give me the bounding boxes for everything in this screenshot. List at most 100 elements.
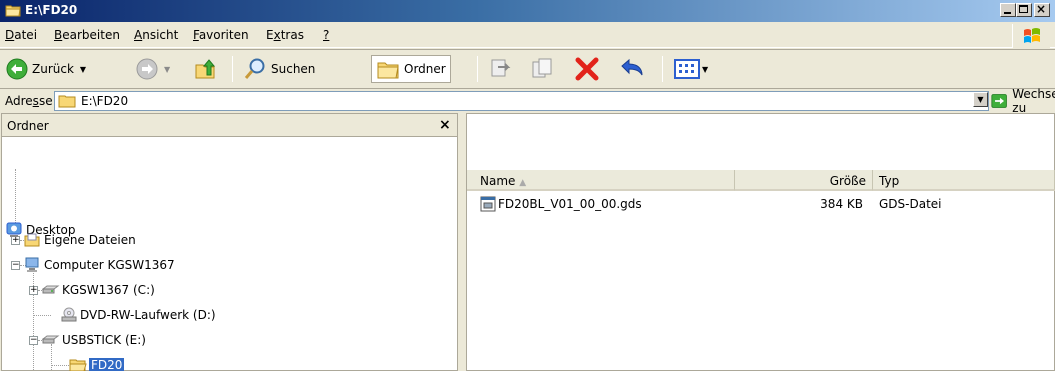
minimize-button[interactable] <box>1000 3 1016 17</box>
toolbar-separator <box>232 56 233 82</box>
menu-accel: D <box>5 28 15 42</box>
close-icon: × <box>1036 2 1047 16</box>
column-header-type[interactable]: Typ <box>873 170 1055 191</box>
file-size: 384 KB <box>820 197 863 211</box>
menu-text: nsicht <box>142 28 179 42</box>
tree-label: KGSW1367 (C:) <box>62 283 155 297</box>
close-button[interactable]: × <box>1034 2 1050 17</box>
address-label: Adresse <box>5 94 53 108</box>
up-folder-button[interactable] <box>193 55 217 83</box>
search-icon <box>244 58 265 79</box>
close-pane-icon[interactable]: × <box>439 117 451 133</box>
computer-icon <box>24 257 40 273</box>
chevron-down-icon: ▼ <box>702 64 709 74</box>
folder-icon <box>58 94 76 111</box>
delete-x-icon <box>575 57 599 81</box>
maximize-button[interactable] <box>1016 3 1032 17</box>
folder-up-icon <box>195 59 216 79</box>
folder-pane: Ordner × + − + − Desktop Eigene Dateien … <box>1 113 458 371</box>
forward-button[interactable]: ▼ <box>136 55 170 83</box>
pane-splitter[interactable] <box>458 113 466 371</box>
forward-arrow-icon <box>136 58 158 80</box>
chevron-down-icon: ▼ <box>977 95 984 104</box>
search-button[interactable]: Suchen <box>243 55 315 83</box>
undo-button[interactable] <box>618 55 646 83</box>
menu-accel: x <box>273 28 281 42</box>
tree-label: Computer KGSW1367 <box>44 258 175 272</box>
menu-text: atei <box>14 28 38 42</box>
address-field[interactable]: E:\FD20 <box>54 91 989 111</box>
menu-text: E <box>266 28 274 42</box>
column-header-size[interactable]: Größe <box>735 170 873 191</box>
windows-flag-icon <box>1024 28 1040 43</box>
menu-favoriten[interactable]: Favoriten <box>193 28 249 42</box>
folder-window-icon <box>5 3 21 17</box>
column-header-label: Name <box>480 174 516 188</box>
column-header-name[interactable]: Name ▲ <box>467 170 735 191</box>
tree-item-fd20[interactable]: FD20 <box>69 355 125 371</box>
windows-logo <box>1012 24 1050 48</box>
address-value: E:\FD20 <box>81 94 129 108</box>
menu-extras[interactable]: Extras <box>266 28 304 42</box>
collapse-toggle[interactable]: − <box>11 261 20 270</box>
menu-text: earbeiten <box>62 28 120 42</box>
address-label-text: se <box>38 94 53 108</box>
go-button[interactable]: Wechseln zu <box>991 87 1055 115</box>
chevron-down-icon: ▼ <box>164 64 171 74</box>
copy-to-icon <box>532 58 552 78</box>
views-button[interactable]: ▼ <box>674 55 708 83</box>
folder-pane-title: Ordner <box>7 119 49 133</box>
tree-label: USBSTICK (E:) <box>62 333 146 347</box>
title-bar[interactable]: E:\FD20 × <box>0 0 1055 22</box>
toolbar: Zurück ▼ ▼ Suchen Ordner ▼ <box>0 49 1055 87</box>
menu-help[interactable]: ? <box>323 28 329 42</box>
menu-accel: A <box>134 28 143 42</box>
tree-item-eigene-dateien[interactable]: Eigene Dateien <box>24 230 136 250</box>
removable-drive-icon <box>41 332 60 348</box>
address-dropdown-button[interactable]: ▼ <box>973 92 988 107</box>
go-arrow-icon <box>991 94 1007 108</box>
copy-to-button[interactable] <box>530 55 556 83</box>
tree-line <box>33 315 51 316</box>
back-button[interactable]: Zurück ▼ <box>6 55 86 83</box>
go-label: Wechseln zu <box>1012 87 1055 115</box>
folder-tree-icon <box>377 62 399 79</box>
desktop-icon <box>6 222 22 238</box>
tree-label: DVD-RW-Laufwerk (D:) <box>80 308 216 322</box>
sort-ascending-icon: ▲ <box>519 178 527 188</box>
tree-item-drive-e[interactable]: USBSTICK (E:) <box>41 330 146 350</box>
address-label-text: Adre <box>5 94 33 108</box>
menu-text: tras <box>280 28 304 42</box>
menu-ansicht[interactable]: Ansicht <box>134 28 178 42</box>
documents-folder-icon <box>24 232 40 248</box>
search-label: Suchen <box>271 62 316 76</box>
column-header-label: Größe <box>829 174 866 188</box>
tree-item-computer[interactable]: Computer KGSW1367 <box>24 255 175 275</box>
hard-drive-icon <box>41 282 60 298</box>
file-list-pane <box>466 113 1055 371</box>
back-label: Zurück <box>32 62 74 76</box>
tree-item-drive-d[interactable]: DVD-RW-Laufwerk (D:) <box>60 305 216 325</box>
tree-label: Eigene Dateien <box>44 233 136 247</box>
menu-text: avoriten <box>198 28 249 42</box>
maximize-icon <box>1019 5 1028 13</box>
menu-datei[interactable]: Datei <box>5 28 37 42</box>
toolbar-separator <box>477 56 478 82</box>
move-to-button[interactable] <box>489 55 515 83</box>
delete-button[interactable] <box>574 55 600 83</box>
menu-accel: ? <box>323 28 330 42</box>
collapse-toggle[interactable]: − <box>29 336 38 345</box>
expand-toggle[interactable]: + <box>29 286 38 295</box>
tree-item-drive-c[interactable]: KGSW1367 (C:) <box>41 280 155 300</box>
folder-pane-header: Ordner × <box>2 114 457 137</box>
file-type: GDS-Datei <box>879 197 942 211</box>
file-name: FD20BL_V01_00_00.gds <box>498 197 642 211</box>
minimize-icon <box>1004 12 1011 14</box>
back-arrow-icon <box>6 58 28 80</box>
gds-file-icon <box>480 196 496 215</box>
file-row[interactable]: FD20BL_V01_00_00.gds 384 KB GDS-Datei <box>480 195 1055 213</box>
menu-accel: B <box>54 28 63 42</box>
menu-bearbeiten[interactable]: Bearbeiten <box>54 28 120 42</box>
column-header-label: Typ <box>879 174 900 188</box>
folders-button[interactable]: Ordner <box>371 55 451 83</box>
